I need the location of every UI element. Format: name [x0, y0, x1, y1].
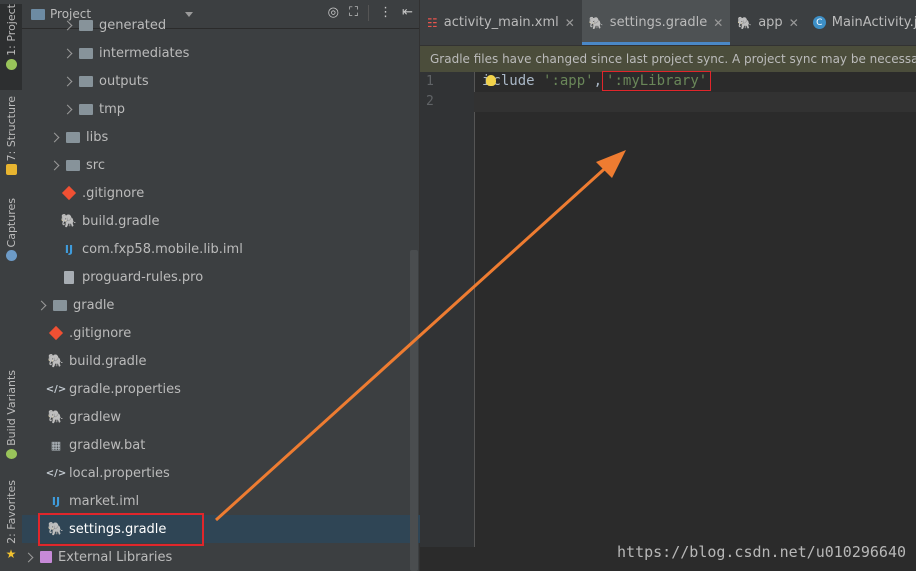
- arrow-shaft: [214, 160, 614, 522]
- annotation-arrow: [214, 150, 626, 522]
